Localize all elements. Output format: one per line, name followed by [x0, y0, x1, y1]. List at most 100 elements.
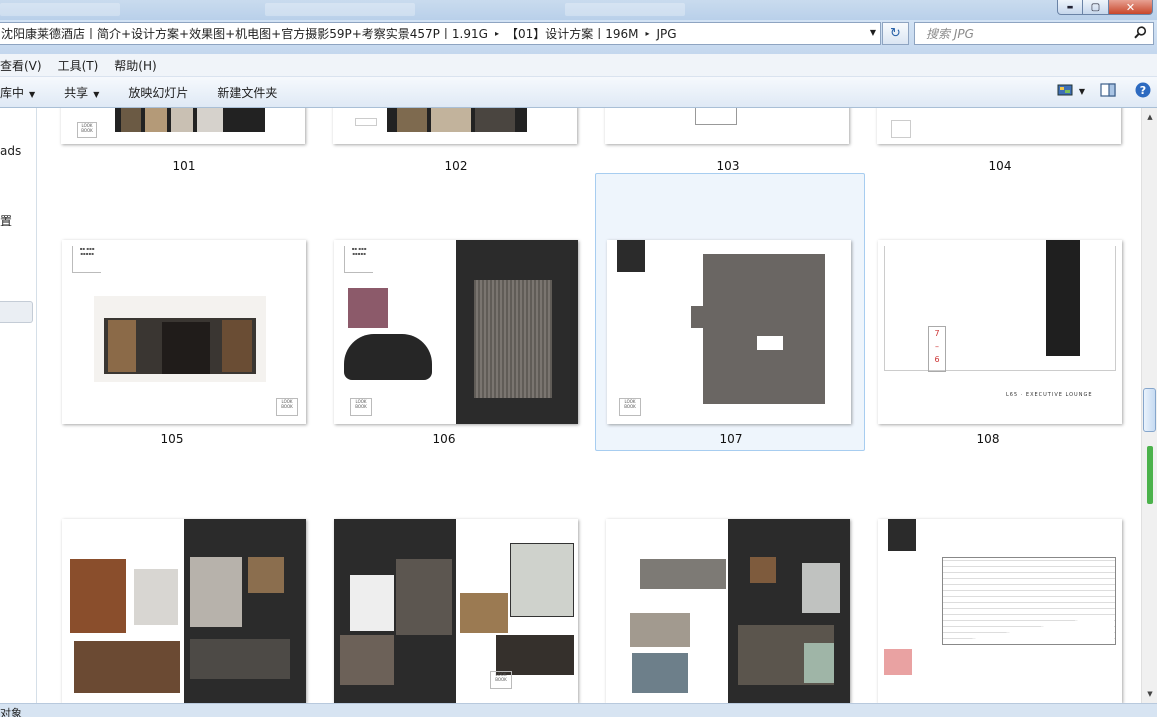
- file-item[interactable]: [37, 453, 307, 703]
- search-icon[interactable]: [1134, 26, 1147, 43]
- thumb-block: [190, 639, 290, 679]
- thumb-block: [134, 569, 178, 625]
- thumb-block: [145, 108, 167, 132]
- file-name: 102: [444, 159, 468, 173]
- status-bar: 对象: [0, 703, 1157, 717]
- svg-text:?: ?: [1140, 84, 1146, 97]
- preview-pane-icon[interactable]: [1100, 83, 1116, 100]
- thumb-block: [617, 240, 645, 272]
- scroll-up-icon[interactable]: ▲: [1143, 109, 1157, 125]
- thumb-block: [510, 543, 574, 617]
- file-item[interactable]: [581, 453, 851, 703]
- help-icon[interactable]: ?: [1135, 82, 1151, 101]
- scroll-down-icon[interactable]: ▼: [1143, 686, 1157, 702]
- thumb-block: [475, 108, 515, 132]
- thumb-block: [248, 557, 284, 593]
- include-in-library-button[interactable]: 库中 ▼: [0, 84, 35, 101]
- file-item[interactable]: 103: [593, 108, 863, 178]
- file-item[interactable]: LOOK BOOK: [309, 453, 579, 703]
- breadcrumb-separator-icon[interactable]: ▸: [641, 29, 655, 38]
- thumbnail: [878, 519, 1122, 703]
- view-dropdown-icon[interactable]: ▼: [1079, 87, 1085, 96]
- thumb-block: [474, 280, 552, 398]
- title-bar-ghost: [0, 3, 120, 16]
- breadcrumb-separator-icon[interactable]: ▸: [490, 29, 504, 38]
- thumbnail: LOOK BOOK: [61, 108, 305, 144]
- thumb-block: [884, 246, 1116, 371]
- dropdown-arrow-icon: ▼: [93, 89, 100, 99]
- breadcrumb-item[interactable]: 【01】设计方案丨196M: [504, 25, 641, 42]
- file-name: 106: [432, 432, 456, 446]
- breadcrumb-item[interactable]: 沈阳康莱德酒店丨简介+设计方案+效果图+机电图+官方摄影59P+考察实景457P…: [0, 25, 490, 42]
- window-controls: ▬ ▢ ✕: [1057, 0, 1153, 15]
- new-folder-button[interactable]: 新建文件夹: [217, 84, 277, 101]
- address-row: 沈阳康莱德酒店丨简介+设计方案+效果图+机电图+官方摄影59P+考察实景457P…: [0, 20, 1157, 54]
- breadcrumb-item[interactable]: JPG: [655, 27, 679, 41]
- thumb-block: [162, 322, 210, 374]
- file-grid: LOOK BOOK 101 102 103 104 ▪▪ ▪▪▪ ▪▪▪▪▪ L…: [37, 108, 1141, 703]
- thumb-block: [695, 108, 737, 125]
- thumb-block: [640, 559, 726, 589]
- lookbook-logo: LOOK BOOK: [619, 398, 641, 416]
- search-input[interactable]: [924, 26, 1128, 42]
- thumb-block: [197, 108, 223, 132]
- thumb-header: ▪▪ ▪▪▪ ▪▪▪▪▪: [72, 246, 101, 273]
- menu-view[interactable]: 查看(V): [0, 57, 42, 74]
- close-icon: ✕: [1125, 0, 1136, 14]
- file-item[interactable]: ▪▪ ▪▪▪ ▪▪▪▪▪ LOOK BOOK 106: [309, 173, 579, 451]
- thumb-block: [802, 563, 840, 613]
- thumb-block: [630, 613, 690, 647]
- thumb-block: [397, 108, 427, 132]
- thumb-header: ▪▪ ▪▪▪ ▪▪▪▪▪: [344, 246, 373, 273]
- thumbnail: [605, 108, 849, 144]
- thumb-block: [222, 320, 252, 372]
- minimize-icon: ▬: [1066, 3, 1074, 11]
- file-item[interactable]: ▪▪ ▪▪▪ ▪▪▪▪▪ LOOK BOOK 105: [37, 173, 307, 451]
- file-item[interactable]: 7–6 L65 · EXECUTIVE LOUNGE 108: [853, 173, 1123, 451]
- address-dropdown-icon[interactable]: ▼: [870, 28, 876, 37]
- thumb-block: [108, 320, 136, 372]
- file-item[interactable]: 104: [865, 108, 1135, 178]
- minimize-button[interactable]: ▬: [1057, 0, 1083, 15]
- menu-help[interactable]: 帮助(H): [114, 57, 156, 74]
- title-bar: ▬ ▢ ✕: [0, 0, 1157, 20]
- command-bar: 库中 ▼ 共享 ▼ 放映幻灯片 新建文件夹 ▼ ?: [0, 77, 1157, 108]
- close-button[interactable]: ✕: [1109, 0, 1153, 15]
- file-name: 105: [160, 432, 184, 446]
- thumb-block: [891, 120, 911, 138]
- file-item[interactable]: LOOK BOOK 101: [49, 108, 319, 178]
- menu-tools[interactable]: 工具(T): [58, 57, 99, 74]
- thumb-block: [757, 336, 783, 350]
- thumbnail: [333, 108, 577, 144]
- file-item[interactable]: [853, 453, 1123, 703]
- file-item-selected[interactable]: LOOK BOOK 107: [595, 173, 865, 451]
- navigation-pane: ads 置: [0, 108, 37, 708]
- share-button[interactable]: 共享 ▼: [64, 84, 99, 101]
- thumb-block: [888, 519, 916, 551]
- thumb-block: [396, 559, 452, 635]
- status-text: 对象: [0, 707, 22, 717]
- thumb-block: [350, 575, 394, 631]
- view-controls: ▼ ?: [1057, 82, 1151, 101]
- thumb-block: [348, 288, 388, 328]
- thumb-block: [121, 108, 141, 132]
- nav-item-downloads[interactable]: ads: [0, 144, 21, 158]
- thumbnail: ▪▪ ▪▪▪ ▪▪▪▪▪ LOOK BOOK: [334, 240, 578, 424]
- slideshow-button[interactable]: 放映幻灯片: [128, 84, 188, 101]
- scroll-indicator: [1147, 446, 1153, 504]
- maximize-button[interactable]: ▢: [1083, 0, 1109, 15]
- lookbook-logo: LOOK BOOK: [276, 398, 298, 416]
- thumb-block: [632, 653, 688, 693]
- refresh-button[interactable]: ↻: [882, 22, 909, 45]
- search-box[interactable]: [914, 22, 1154, 45]
- vertical-scrollbar[interactable]: ▲ ▼: [1141, 108, 1157, 703]
- thumb-block: [884, 649, 912, 675]
- file-item[interactable]: 102: [321, 108, 591, 178]
- change-view-icon[interactable]: [1057, 83, 1073, 100]
- thumb-block: [460, 593, 508, 633]
- button-label: 共享: [64, 85, 89, 100]
- nav-scroll-thumb[interactable]: [0, 301, 33, 323]
- scroll-thumb[interactable]: [1143, 388, 1156, 432]
- address-bar[interactable]: 沈阳康莱德酒店丨简介+设计方案+效果图+机电图+官方摄影59P+考察实景457P…: [0, 22, 881, 45]
- nav-item-settings[interactable]: 置: [0, 212, 12, 229]
